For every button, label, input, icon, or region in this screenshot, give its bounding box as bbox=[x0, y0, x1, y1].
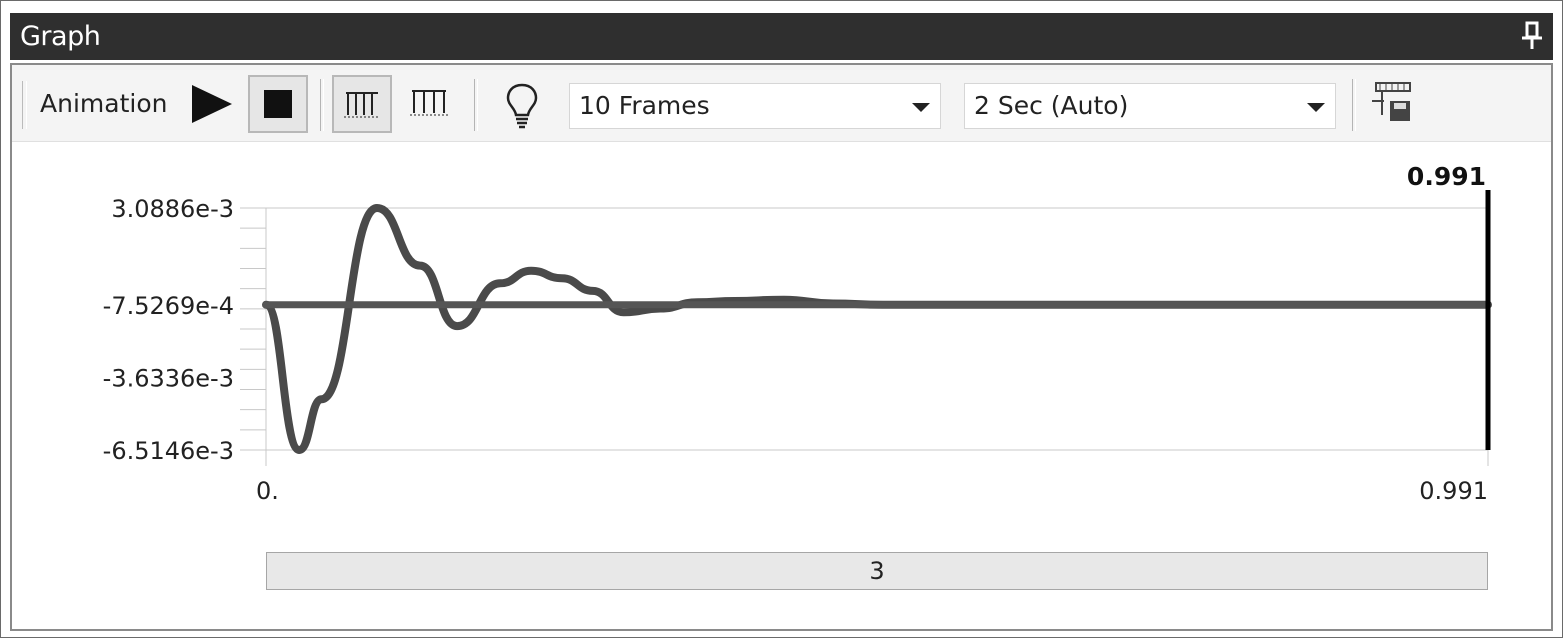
x-tick-label: 0. bbox=[256, 477, 279, 505]
title-bar[interactable]: Graph bbox=[10, 13, 1553, 60]
pin-icon[interactable] bbox=[1519, 19, 1545, 53]
graph-plot: 3.0886e-3 -7.5269e-4 -3.6336e-3 -6.5146e-3 0… bbox=[103, 162, 1492, 505]
y-tick-label: -6.5146e-3 bbox=[103, 437, 234, 465]
graph-panel: Animation 10 Frames 2 Sec (Auto) 3.0886e… bbox=[10, 63, 1553, 631]
graph-window: Graph Animation 10 Frames 2 Sec (Auto) 3… bbox=[0, 0, 1563, 638]
animation-timeline-slider[interactable]: 3 bbox=[266, 552, 1488, 590]
y-tick-label: -7.5269e-4 bbox=[103, 292, 234, 320]
y-tick-label: 3.0886e-3 bbox=[111, 195, 234, 223]
time-cursor-label: 0.991 bbox=[1407, 162, 1486, 191]
response-curve bbox=[262, 203, 1492, 455]
y-tick-label: -3.6336e-3 bbox=[103, 364, 234, 392]
window-title: Graph bbox=[20, 21, 101, 52]
x-tick-label: 0.991 bbox=[1419, 477, 1488, 505]
